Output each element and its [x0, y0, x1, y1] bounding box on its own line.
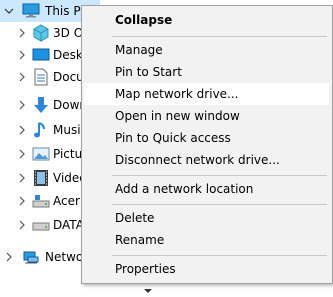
menu-separator: [112, 175, 327, 176]
tree-item-label: Musi: [53, 123, 81, 137]
tree-item-label: Dowr: [53, 98, 85, 112]
menu-item-pin-to-start[interactable]: Pin to Start: [84, 61, 329, 83]
menu-item-label: Delete: [115, 211, 155, 225]
chevron-down-icon[interactable]: [4, 6, 14, 16]
menu-separator: [112, 204, 327, 205]
tree-item-acer-drive[interactable]: Acer: [0, 190, 80, 212]
tree-item-data-drive[interactable]: DATA: [0, 214, 84, 236]
menu-item-open-in-new-window[interactable]: Open in new window: [84, 105, 329, 127]
menu-item-label: Map network drive...: [115, 87, 239, 101]
menu-item-label: Pin to Quick access: [115, 131, 231, 145]
menu-item-label: Open in new window: [115, 109, 240, 123]
chevron-right-icon[interactable]: [17, 196, 27, 206]
chevron-right-icon[interactable]: [17, 72, 27, 82]
documents-icon: [32, 68, 50, 86]
drive-icon: [32, 192, 50, 210]
tree-item-network[interactable]: Netwo: [0, 246, 84, 268]
menu-item-label: Properties: [115, 262, 176, 276]
chevron-right-icon[interactable]: [17, 28, 27, 38]
videos-icon: [32, 169, 50, 187]
menu-overflow-arrow-icon: [143, 283, 153, 293]
menu-item-properties[interactable]: Properties: [84, 258, 329, 280]
pictures-icon: [32, 145, 50, 163]
computer-icon: [22, 2, 40, 20]
3d-objects-icon: [32, 24, 50, 42]
network-icon: [22, 248, 40, 266]
menu-item-pin-to-quick-access[interactable]: Pin to Quick access: [84, 127, 329, 149]
menu-item-disconnect-network-drive[interactable]: Disconnect network drive...: [84, 149, 329, 171]
menu-item-delete[interactable]: Delete: [84, 207, 329, 229]
music-icon: [32, 121, 50, 139]
tree-item-videos[interactable]: Video: [0, 167, 87, 189]
tree-item-3d-objects[interactable]: 3D O: [0, 22, 84, 44]
downloads-icon: [32, 96, 50, 114]
chevron-right-icon[interactable]: [17, 149, 27, 159]
chevron-right-icon[interactable]: [17, 125, 27, 135]
menu-separator: [112, 36, 327, 37]
tree-item-music[interactable]: Musi: [0, 119, 81, 141]
menu-item-label: Pin to Start: [115, 65, 182, 79]
chevron-right-icon[interactable]: [17, 100, 27, 110]
drive-icon: [32, 216, 50, 234]
menu-item-manage[interactable]: Manage: [84, 39, 329, 61]
menu-item-add-network-location[interactable]: Add a network location: [84, 178, 329, 200]
chevron-right-icon[interactable]: [17, 220, 27, 230]
tree-item-label: 3D O: [53, 26, 84, 40]
desktop-icon: [32, 46, 50, 64]
tree-item-documents[interactable]: Docu: [0, 66, 84, 88]
chevron-right-icon[interactable]: [17, 50, 27, 60]
tree-item-downloads[interactable]: Dowr: [0, 94, 84, 116]
menu-item-label: Add a network location: [115, 182, 254, 196]
menu-separator: [112, 255, 327, 256]
tree-item-label: Netwo: [45, 250, 84, 264]
tree-item-label: DATA: [53, 218, 84, 232]
menu-item-label: Manage: [115, 43, 163, 57]
chevron-right-icon[interactable]: [4, 252, 14, 262]
tree-item-desktop[interactable]: Deskt: [0, 44, 88, 66]
menu-item-map-network-drive[interactable]: Map network drive...: [84, 83, 329, 105]
menu-item-label: Collapse: [115, 13, 173, 27]
menu-item-label: Rename: [115, 233, 165, 247]
menu-item-label: Disconnect network drive...: [115, 153, 280, 167]
tree-item-label: Acer: [53, 194, 80, 208]
menu-item-collapse[interactable]: Collapse: [84, 9, 329, 31]
chevron-right-icon[interactable]: [17, 173, 27, 183]
tree-item-pictures[interactable]: Pictu: [0, 143, 83, 165]
context-menu: Collapse Manage Pin to Start Map network…: [81, 5, 333, 284]
tree-item-label: Docu: [53, 70, 84, 84]
menu-item-rename[interactable]: Rename: [84, 229, 329, 251]
tree-item-label: Pictu: [53, 147, 83, 161]
